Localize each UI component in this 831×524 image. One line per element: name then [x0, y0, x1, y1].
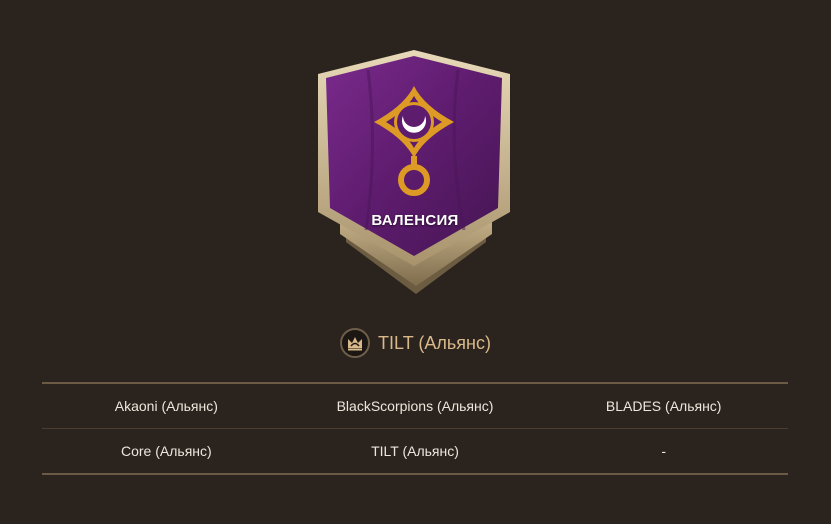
owner-alliance-name[interactable]: TILT (Альянс) [378, 333, 491, 354]
owner-alliance: TILT (Альянс) [0, 326, 831, 360]
alliance-table: Akaoni (Альянс) BlackScorpions (Альянс) … [42, 382, 788, 475]
territory-name: ВАЛЕНСИЯ [371, 212, 459, 229]
alliance-cell[interactable]: BLADES (Альянс) [539, 398, 788, 414]
alliance-cell[interactable]: BlackScorpions (Альянс) [291, 398, 540, 414]
alliance-cell[interactable]: TILT (Альянс) [291, 443, 540, 459]
table-row: Akaoni (Альянс) BlackScorpions (Альянс) … [42, 384, 788, 428]
alliance-cell: - [661, 443, 667, 459]
alliance-cell[interactable]: Akaoni (Альянс) [42, 398, 291, 414]
table-row: Core (Альянс) TILT (Альянс) - [42, 428, 788, 473]
territory-emblem: ВАЛЕНСИЯ [0, 0, 831, 310]
crescent-moon-emblem-icon [318, 50, 510, 294]
alliance-cell[interactable]: Core (Альянс) [42, 443, 291, 459]
crown-badge-icon [340, 328, 371, 358]
